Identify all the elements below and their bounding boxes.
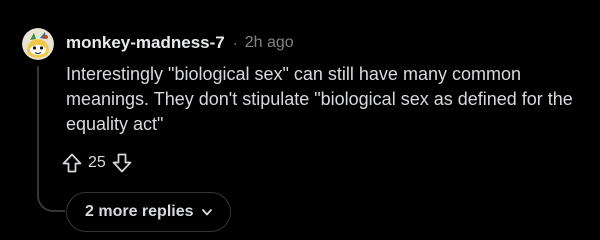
thread-line[interactable] (37, 66, 39, 192)
downvote-arrow-icon (112, 153, 132, 173)
vote-bar: 25 (60, 150, 134, 176)
comment-body: Interestingly "biological sex" can still… (66, 64, 573, 134)
comment-header: monkey-madness-7 · 2h ago (66, 32, 294, 54)
upvote-button[interactable] (60, 151, 84, 175)
username-link[interactable]: monkey-madness-7 (66, 33, 225, 53)
separator-dot: · (232, 34, 238, 52)
user-avatar-icon[interactable] (22, 28, 54, 60)
downvote-button[interactable] (110, 151, 134, 175)
vote-score: 25 (88, 154, 106, 171)
chevron-down-icon (200, 205, 214, 219)
upvote-arrow-icon (62, 153, 82, 173)
more-replies-button[interactable]: 2 more replies (66, 192, 231, 232)
timestamp: 2h ago (244, 34, 294, 51)
thread-connector (37, 190, 65, 212)
comment: monkey-madness-7 · 2h ago Interestingly … (0, 0, 600, 240)
more-replies-label: 2 more replies (85, 203, 194, 220)
